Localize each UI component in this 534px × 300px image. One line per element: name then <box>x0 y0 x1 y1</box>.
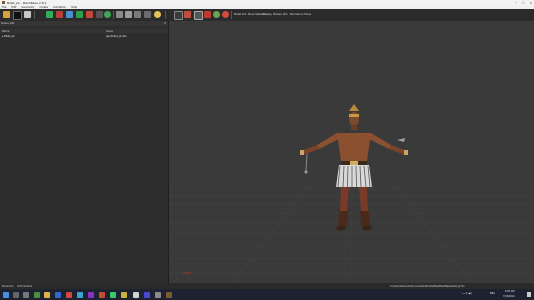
meshbase-app-icon[interactable] <box>166 291 172 298</box>
folder-icon[interactable] <box>44 291 50 298</box>
search-icon[interactable] <box>13 291 19 298</box>
app-icon-3[interactable] <box>66 291 72 298</box>
status-path: C:/Users/Alexander/Documents/Models/Bill… <box>390 284 465 288</box>
image-icon[interactable] <box>144 11 151 18</box>
rotate-icon[interactable] <box>66 11 73 18</box>
notification-icon[interactable] <box>527 292 531 297</box>
link-icon[interactable] <box>116 11 123 18</box>
cursor-icon[interactable] <box>96 11 103 18</box>
app-icon-8[interactable] <box>121 291 127 298</box>
shading-icon[interactable] <box>213 11 220 18</box>
clock-date[interactable]: 7/19/2021 <box>503 295 515 298</box>
panel-header: Scene List ✕ <box>0 21 168 26</box>
app-icon <box>2 1 5 4</box>
skeleton-icon[interactable] <box>204 11 211 18</box>
wireframe-icon[interactable] <box>184 11 191 18</box>
app-icon-7[interactable] <box>110 291 116 298</box>
keyboard-language[interactable]: ENG <box>490 292 495 295</box>
app-icon-2[interactable] <box>55 291 61 298</box>
grid-icon[interactable] <box>174 11 183 20</box>
mesh-icon[interactable] <box>86 11 93 18</box>
camera-icon[interactable] <box>134 11 141 18</box>
panel-close-icon[interactable]: ✕ <box>164 22 166 25</box>
3d-viewport[interactable] <box>169 21 534 286</box>
windows-taskbar: ⌃ ▭ ◔ ◀)) ENG 9:03 AM 7/19/2021 <box>0 289 534 300</box>
eye-icon[interactable] <box>125 11 132 18</box>
app-icon-9[interactable] <box>133 291 139 298</box>
open-folder-icon[interactable] <box>3 11 10 18</box>
clock-time[interactable]: 9:03 AM <box>505 290 514 293</box>
toolbar-display[interactable]: Display <box>263 13 272 16</box>
character-model[interactable] <box>300 104 408 231</box>
toolbar-normals[interactable]: Normals on Faces <box>290 13 311 16</box>
import-icon[interactable] <box>24 11 31 18</box>
app-icon-1[interactable] <box>34 291 40 298</box>
column-name[interactable]: Name <box>2 30 9 33</box>
row-name[interactable]: ▸ Billet_pk <box>2 35 15 38</box>
app-icon-11[interactable] <box>155 291 161 298</box>
start-icon[interactable] <box>3 291 9 298</box>
tree-row[interactable]: ▸ Billet_pk geo/billet_pk.fbx <box>0 34 168 38</box>
select-icon[interactable] <box>46 11 53 18</box>
tray-icons[interactable]: ⌃ ▭ ◔ ◀)) <box>460 292 472 295</box>
status-vertices: 2079 Vertices <box>17 284 32 288</box>
box-icon[interactable] <box>194 11 203 20</box>
column-header: Name Value <box>0 29 168 33</box>
maximize-button[interactable]: ☐ <box>522 1 525 5</box>
move-icon[interactable] <box>56 11 63 18</box>
scene-panel: Scene List ✕ Name Value ▸ Billet_pk geo/… <box>0 21 169 286</box>
column-value[interactable]: Value <box>106 30 113 33</box>
status-left: Model Info <box>2 284 14 288</box>
app-icon-5[interactable] <box>88 291 94 298</box>
viewport-canvas[interactable] <box>169 21 534 286</box>
light-icon[interactable] <box>154 11 161 18</box>
app-icon-4[interactable] <box>77 291 83 298</box>
toolbar-model-info[interactable]: Model Info <box>234 13 246 16</box>
row-value: geo/billet_pk.fbx <box>106 34 127 38</box>
panel-title: Scene List <box>1 22 15 25</box>
save-icon[interactable] <box>13 11 22 20</box>
app-icon-10[interactable] <box>144 291 150 298</box>
toolbar-texture[interactable]: Texture <box>273 13 282 16</box>
record-icon[interactable] <box>222 11 229 18</box>
sphere-icon[interactable] <box>104 11 111 18</box>
toolbar-rim[interactable]: Rim <box>283 13 288 16</box>
minimize-button[interactable]: ─ <box>515 1 517 5</box>
task-view-icon[interactable] <box>23 291 29 298</box>
scale-icon[interactable] <box>76 11 83 18</box>
app-icon-6[interactable] <box>99 291 105 298</box>
close-button[interactable]: ✕ <box>529 1 532 5</box>
